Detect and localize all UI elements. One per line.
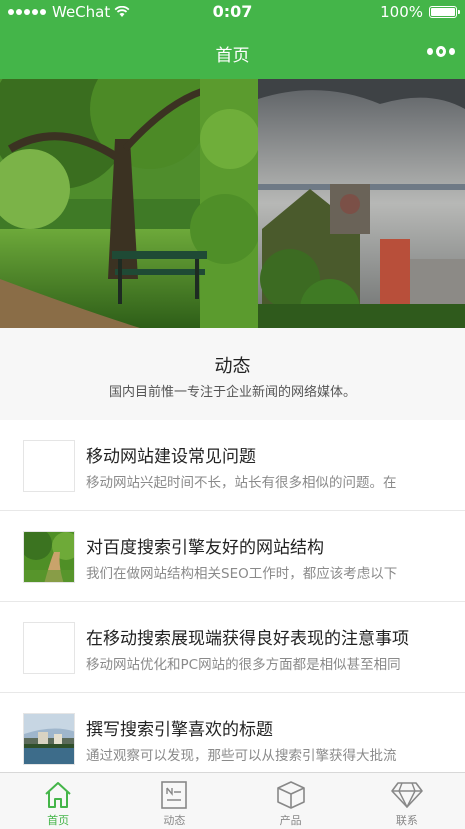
battery-icon — [429, 6, 460, 18]
article-desc: 移动网站优化和PC网站的很多方面都是相似甚至相同 — [86, 657, 401, 673]
article-thumbnail — [23, 531, 75, 583]
list-item[interactable]: 移动网站建设常见问题 移动网站兴起时间不长，站长有很多相似的问题。在 — [0, 420, 465, 511]
tab-products[interactable]: 产品 — [233, 773, 349, 829]
tab-contact[interactable]: 联系 — [349, 773, 465, 829]
article-desc: 通过观察可以发现，那些可以从搜索引擎获得大批流 — [86, 748, 397, 764]
article-title: 对百度搜索引擎友好的网站结构 — [86, 538, 324, 558]
tab-news[interactable]: 动态 — [116, 773, 232, 829]
article-title: 撰写搜索引擎喜欢的标题 — [86, 720, 273, 740]
article-list: 移动网站建设常见问题 移动网站兴起时间不长，站长有很多相似的问题。在 对百度搜索… — [0, 420, 465, 772]
section-title: 动态 — [214, 356, 251, 377]
tab-home[interactable]: 首页 — [0, 773, 116, 829]
page-title: 首页 — [215, 46, 250, 66]
banner-image — [0, 79, 465, 328]
tab-label: 首页 — [47, 814, 70, 827]
diamond-icon — [391, 782, 423, 808]
tab-label: 联系 — [395, 814, 418, 827]
article-desc: 我们在做网站结构相关SEO工作时，都应该考虑以下 — [86, 566, 398, 582]
tab-label: 产品 — [279, 814, 302, 827]
battery-percent: 100% — [380, 3, 423, 21]
status-right: 100% — [380, 3, 460, 21]
news-icon — [161, 781, 188, 809]
banner-carousel[interactable] — [0, 79, 465, 328]
article-title: 移动网站建设常见问题 — [86, 447, 256, 467]
section-header: 动态 国内目前惟一专注于企业新闻的网络媒体。 — [0, 328, 465, 420]
section-subtitle: 国内目前惟一专注于企业新闻的网络媒体。 — [108, 385, 356, 400]
cube-icon — [276, 781, 305, 809]
status-bar: WeChat 0:07 100% — [0, 0, 465, 24]
home-icon — [45, 782, 71, 808]
article-thumbnail — [23, 622, 75, 674]
article-thumbnail — [23, 713, 75, 765]
article-title: 在移动搜索展现端获得良好表现的注意事项 — [86, 629, 409, 649]
nav-bar: 首页 — [0, 24, 465, 79]
list-item[interactable]: 撰写搜索引擎喜欢的标题 通过观察可以发现，那些可以从搜索引擎获得大批流 — [0, 693, 465, 772]
tab-bar: 首页 动态 产品 联系 — [0, 772, 465, 829]
tab-label: 动态 — [163, 814, 186, 827]
article-thumbnail — [23, 440, 75, 492]
list-item[interactable]: 在移动搜索展现端获得良好表现的注意事项 移动网站优化和PC网站的很多方面都是相似… — [0, 602, 465, 693]
list-item[interactable]: 对百度搜索引擎友好的网站结构 我们在做网站结构相关SEO工作时，都应该考虑以下 — [0, 511, 465, 602]
more-menu-icon[interactable] — [427, 44, 455, 58]
article-desc: 移动网站兴起时间不长，站长有很多相似的问题。在 — [86, 475, 397, 491]
